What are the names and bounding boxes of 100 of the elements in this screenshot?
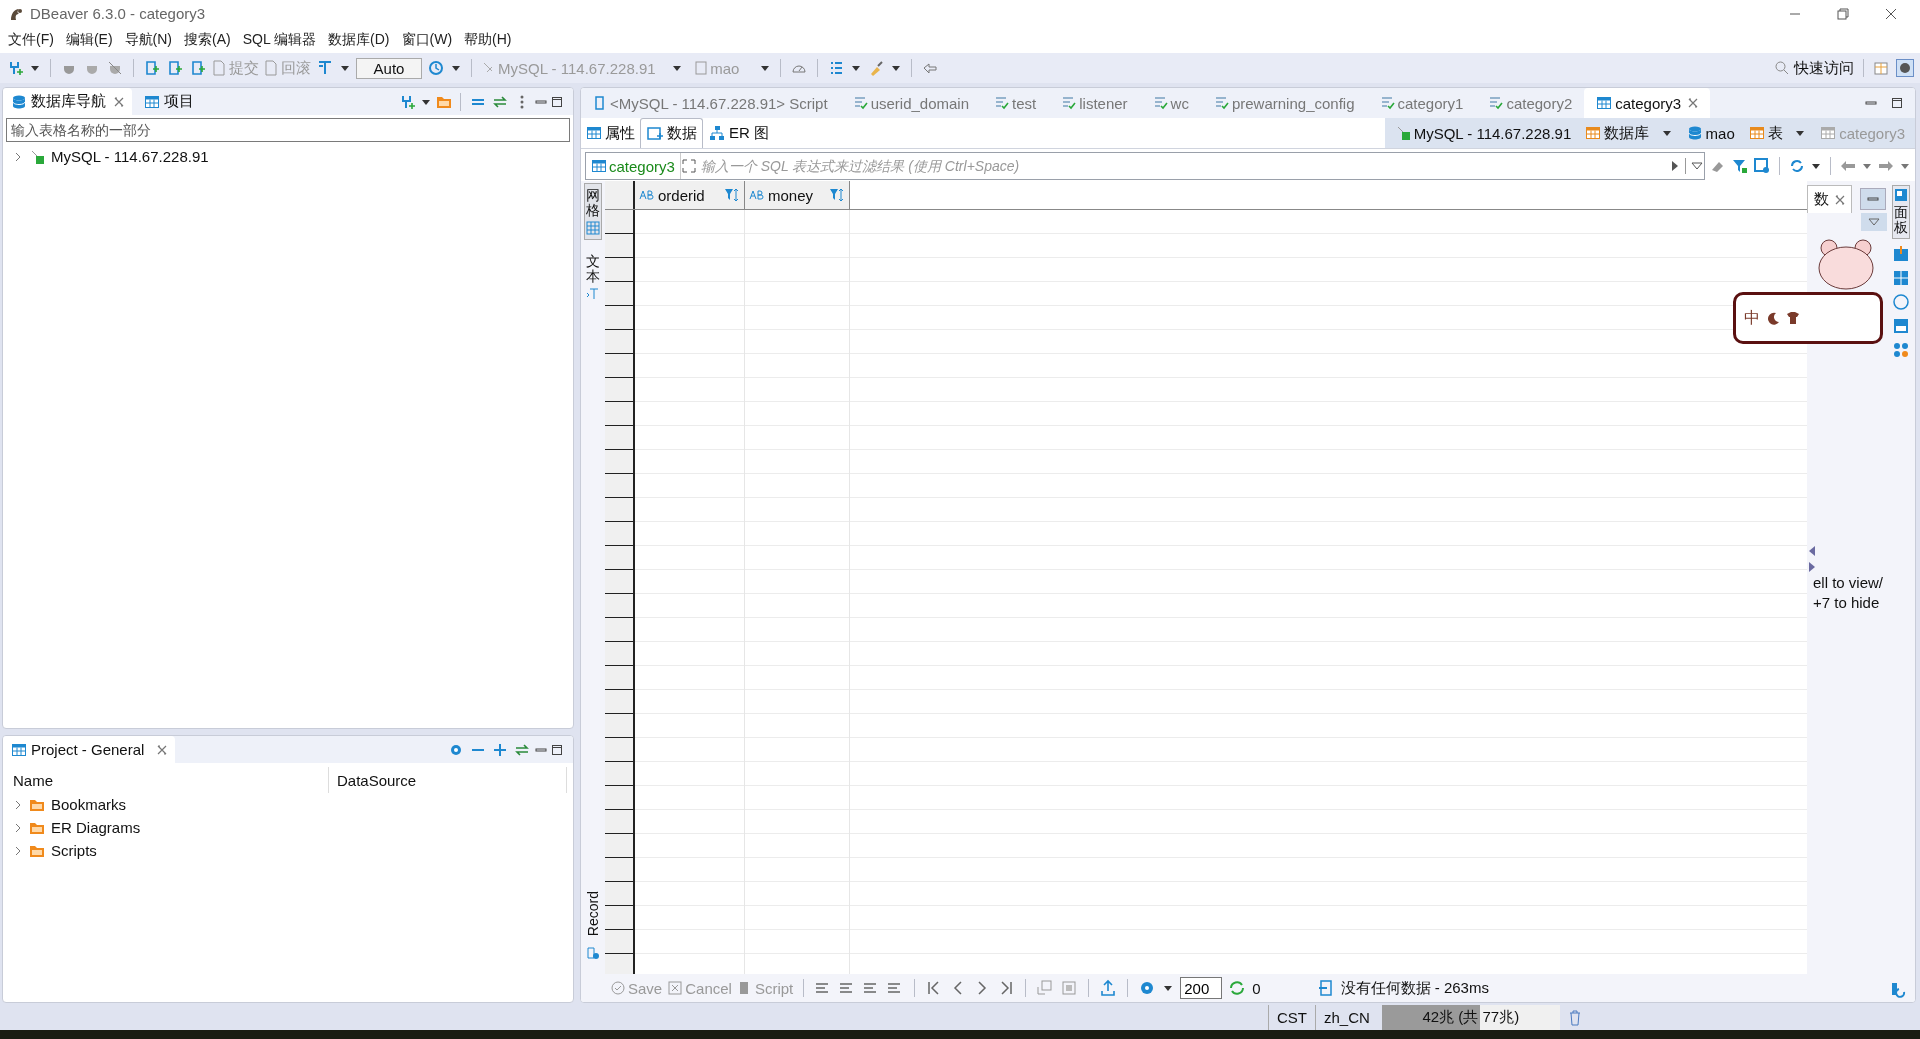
- unplug-icon[interactable]: [106, 59, 124, 77]
- close-icon[interactable]: [1835, 194, 1845, 205]
- editor-subtab[interactable]: ER 图: [703, 118, 774, 148]
- project-icon: [144, 93, 161, 110]
- timezone-label: CST: [1268, 1005, 1315, 1030]
- grid-icon: [586, 220, 600, 235]
- text-format-icon[interactable]: [316, 59, 334, 77]
- locale-label: zh_CN: [1315, 1005, 1378, 1030]
- menu-item[interactable]: 搜索(A): [178, 31, 237, 49]
- expand-icon[interactable]: [680, 158, 697, 174]
- record-tab[interactable]: Record: [585, 890, 601, 936]
- column-header[interactable]: DataSource: [329, 767, 567, 793]
- info-panel-icon[interactable]: [1316, 979, 1335, 997]
- schema-icon: [1686, 125, 1703, 141]
- tree-item[interactable]: Bookmarks: [51, 796, 127, 813]
- filter-sort-icon[interactable]: [829, 187, 845, 203]
- circle-icon[interactable]: [1892, 292, 1910, 311]
- column-header[interactable]: orderid: [635, 181, 745, 209]
- cancel-icon: [668, 981, 683, 995]
- view-mode-tab[interactable]: 网格: [584, 183, 602, 240]
- dropdown-icon[interactable]: [1868, 217, 1880, 227]
- record-icon[interactable]: [586, 946, 600, 960]
- close-icon[interactable]: [156, 744, 167, 755]
- close-icon[interactable]: [1884, 6, 1898, 21]
- moon-icon[interactable]: [1766, 311, 1780, 325]
- breadcrumb-item[interactable]: MySQL - 114.67.228.91: [1390, 124, 1576, 142]
- panel-tab[interactable]: 数: [1807, 185, 1852, 213]
- quick-access-label[interactable]: 快速访问: [1794, 58, 1854, 78]
- tree-item[interactable]: MySQL - 114.67.228.91: [51, 148, 209, 165]
- trash-icon[interactable]: [1567, 1009, 1582, 1026]
- history-icon[interactable]: [427, 59, 445, 77]
- breadcrumb-item[interactable]: mao: [1682, 124, 1739, 142]
- maximize-icon[interactable]: [551, 95, 563, 108]
- diagram-icon[interactable]: [708, 124, 726, 142]
- menu-item[interactable]: SQL 编辑器: [236, 31, 323, 49]
- column-header[interactable]: Name: [3, 767, 329, 793]
- tables-icon: [1748, 125, 1765, 141]
- view-tab[interactable]: 项目: [136, 88, 203, 115]
- grid-corner[interactable]: [605, 181, 635, 209]
- calendar-icon[interactable]: [1892, 244, 1910, 263]
- dbeaver-perspective-icon[interactable]: [1896, 59, 1914, 77]
- close-icon[interactable]: [1688, 98, 1699, 108]
- status-message: 没有任何数据 - 263ms: [1340, 978, 1489, 998]
- perspective-icon[interactable]: [1873, 59, 1891, 77]
- options-icon[interactable]: [1892, 340, 1910, 359]
- menu-item[interactable]: 窗口(W): [395, 31, 459, 49]
- menu-item[interactable]: 导航(N): [118, 31, 178, 49]
- tree-item[interactable]: ER Diagrams: [51, 819, 141, 836]
- grid-icon[interactable]: [1892, 268, 1910, 287]
- commit-mode-button[interactable]: Auto: [356, 57, 422, 79]
- breadcrumb-item[interactable]: 数据库: [1581, 123, 1677, 143]
- panels-tab[interactable]: 面板: [1892, 185, 1910, 239]
- menu-item[interactable]: 编辑(E): [59, 31, 119, 49]
- layout-icon[interactable]: [1892, 316, 1910, 335]
- editor-tab[interactable]: test: [981, 88, 1049, 118]
- tree-item[interactable]: Scripts: [51, 842, 97, 859]
- right-arrow-icon[interactable]: [1809, 562, 1815, 572]
- filter-sort-icon[interactable]: [724, 187, 740, 203]
- editor-tab[interactable]: category3: [1584, 88, 1711, 118]
- search-icon: [1774, 60, 1790, 76]
- menu-item[interactable]: 文件(F): [2, 31, 60, 49]
- editor-subtab[interactable]: 数据: [640, 118, 703, 148]
- ime-mode-label[interactable]: 中: [1744, 307, 1760, 329]
- filter-icon[interactable]: [1731, 157, 1749, 175]
- ime-toolbar[interactable]: 中: [1733, 292, 1883, 344]
- fetch-size-field[interactable]: 200: [1180, 977, 1223, 999]
- table-name-label: category3: [586, 153, 681, 179]
- filter-field[interactable]: 输入表格名称的一部分: [6, 118, 570, 142]
- editor-tab[interactable]: category1: [1366, 88, 1476, 118]
- left-arrow-icon[interactable]: [1809, 546, 1815, 556]
- menu-item[interactable]: 数据库(D): [322, 31, 396, 49]
- filter-bar[interactable]: category3 输入一个 SQL 表达式来过滤结果 (使用 Ctrl+Space): [585, 152, 1705, 180]
- export-icon[interactable]: [1099, 979, 1118, 997]
- editor-tab[interactable]: category2: [1475, 88, 1585, 118]
- window-title: DBeaver 6.3.0 - category3: [30, 5, 207, 22]
- view-tab[interactable]: Project - General: [3, 736, 175, 763]
- properties-icon: [586, 125, 602, 141]
- restore-icon[interactable]: [1836, 6, 1850, 21]
- view-mode-tab[interactable]: 文本: [585, 249, 601, 305]
- breadcrumb-item[interactable]: 表: [1744, 123, 1811, 143]
- document-icon: [212, 60, 226, 76]
- menu-item[interactable]: 帮助(H): [458, 31, 518, 49]
- editor-tab[interactable]: userid_domain: [839, 88, 982, 118]
- maximize-icon[interactable]: [551, 743, 563, 756]
- maximize-icon[interactable]: [1891, 97, 1903, 109]
- editor-tab[interactable]: prewarning_config: [1200, 88, 1367, 118]
- view-tab[interactable]: 数据库导航: [3, 88, 133, 115]
- refresh-icon[interactable]: [1228, 979, 1247, 997]
- text-icon: [586, 286, 600, 301]
- editor-tab[interactable]: <MySQL - 114.67.228.91> Script: [581, 88, 840, 118]
- data-grid-icon[interactable]: [646, 124, 664, 143]
- table-settings-icon[interactable]: [1753, 157, 1771, 175]
- memory-bar: 42兆 (共 77兆): [1381, 1005, 1560, 1030]
- editor-subtab[interactable]: 属性: [581, 118, 640, 148]
- shirt-icon[interactable]: [1786, 311, 1800, 325]
- column-header[interactable]: money: [745, 181, 850, 209]
- editor-tab[interactable]: listener: [1048, 88, 1140, 118]
- close-icon[interactable]: [114, 96, 125, 107]
- editor-tab[interactable]: wc: [1139, 88, 1201, 118]
- refresh-icon[interactable]: [1788, 157, 1806, 175]
